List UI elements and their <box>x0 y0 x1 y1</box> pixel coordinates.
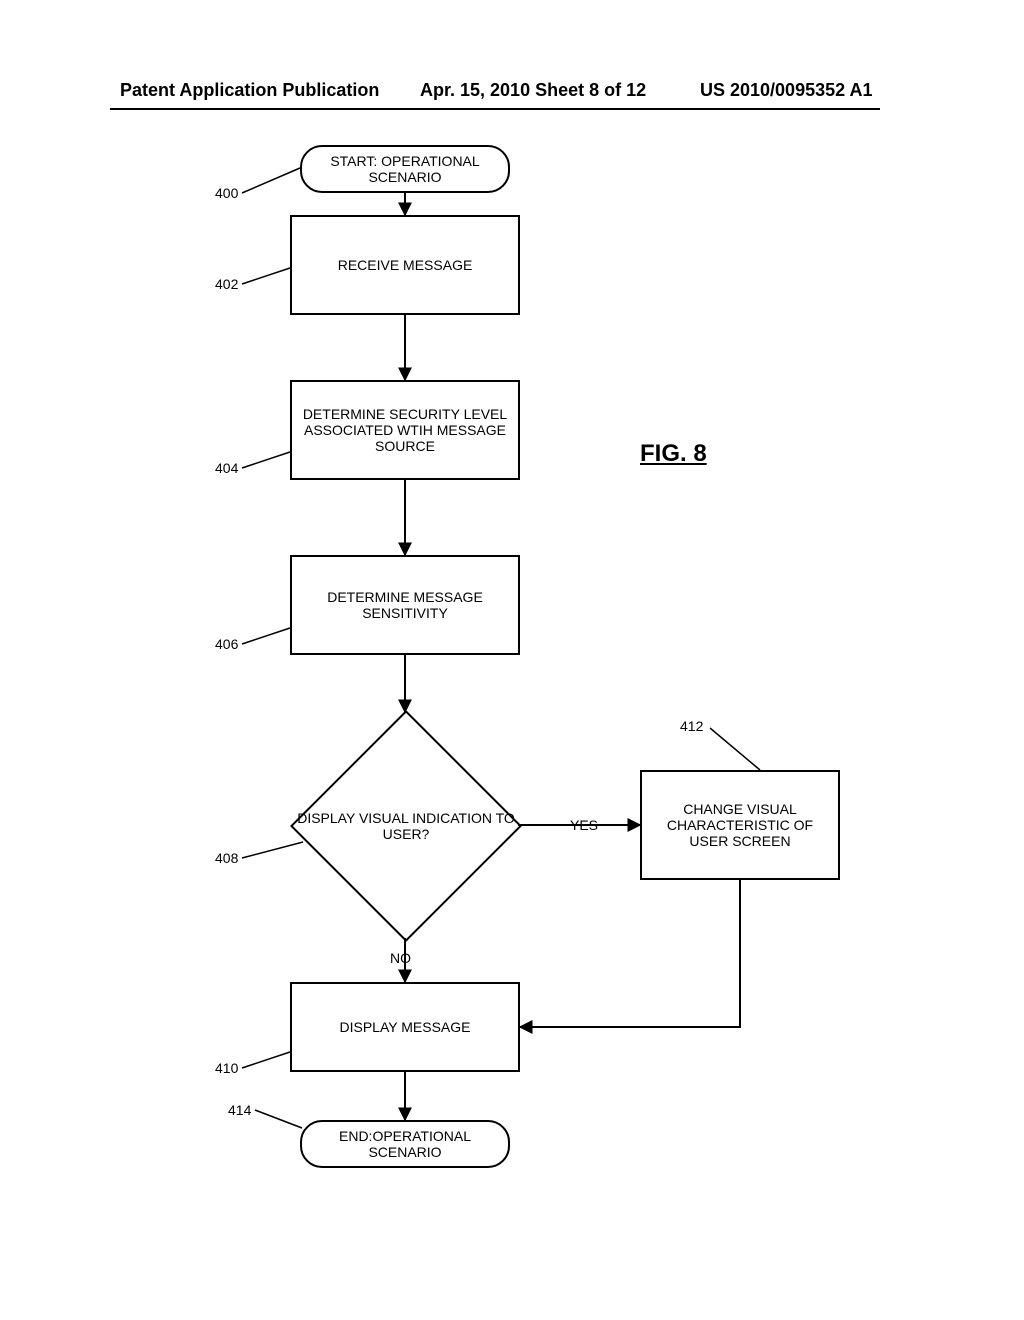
ref-404: 404 <box>215 460 238 476</box>
ref-406: 406 <box>215 636 238 652</box>
node-change: CHANGE VISUAL CHARACTERISTIC OF USER SCR… <box>640 770 840 880</box>
header-left: Patent Application Publication <box>120 80 379 101</box>
ref-414: 414 <box>228 1102 251 1118</box>
page: Patent Application Publication Apr. 15, … <box>0 0 1024 1320</box>
node-disvis-text: DISPLAY VISUAL INDICATION TO USER? <box>296 810 516 842</box>
node-detsec: DETERMINE SECURITY LEVEL ASSOCIATED WTIH… <box>290 380 520 480</box>
node-change-text: CHANGE VISUAL CHARACTERISTIC OF USER SCR… <box>648 801 832 849</box>
ref-408: 408 <box>215 850 238 866</box>
edge-no: NO <box>390 950 411 966</box>
ref-410: 410 <box>215 1060 238 1076</box>
ref-412: 412 <box>680 718 703 734</box>
header-mid: Apr. 15, 2010 Sheet 8 of 12 <box>420 80 646 101</box>
header-rule <box>110 108 880 110</box>
header-right: US 2010/0095352 A1 <box>700 80 872 101</box>
node-detsen: DETERMINE MESSAGE SENSITIVITY <box>290 555 520 655</box>
edge-yes: YES <box>570 817 598 833</box>
node-receive: RECEIVE MESSAGE <box>290 215 520 315</box>
node-display-text: DISPLAY MESSAGE <box>340 1019 471 1035</box>
node-receive-text: RECEIVE MESSAGE <box>338 257 473 273</box>
node-end-text: END:OPERATIONAL SCENARIO <box>312 1128 498 1160</box>
ref-402: 402 <box>215 276 238 292</box>
node-detsec-text: DETERMINE SECURITY LEVEL ASSOCIATED WTIH… <box>298 406 512 454</box>
ref-400: 400 <box>215 185 238 201</box>
node-display: DISPLAY MESSAGE <box>290 982 520 1072</box>
node-start-text: START: OPERATIONAL SCENARIO <box>312 153 498 185</box>
node-disvis: DISPLAY VISUAL INDICATION TO USER? <box>290 710 522 942</box>
connectors <box>0 0 1024 1320</box>
figure-label: FIG. 8 <box>640 440 707 468</box>
node-detsen-text: DETERMINE MESSAGE SENSITIVITY <box>298 589 512 621</box>
node-start: START: OPERATIONAL SCENARIO <box>300 145 510 193</box>
node-end: END:OPERATIONAL SCENARIO <box>300 1120 510 1168</box>
